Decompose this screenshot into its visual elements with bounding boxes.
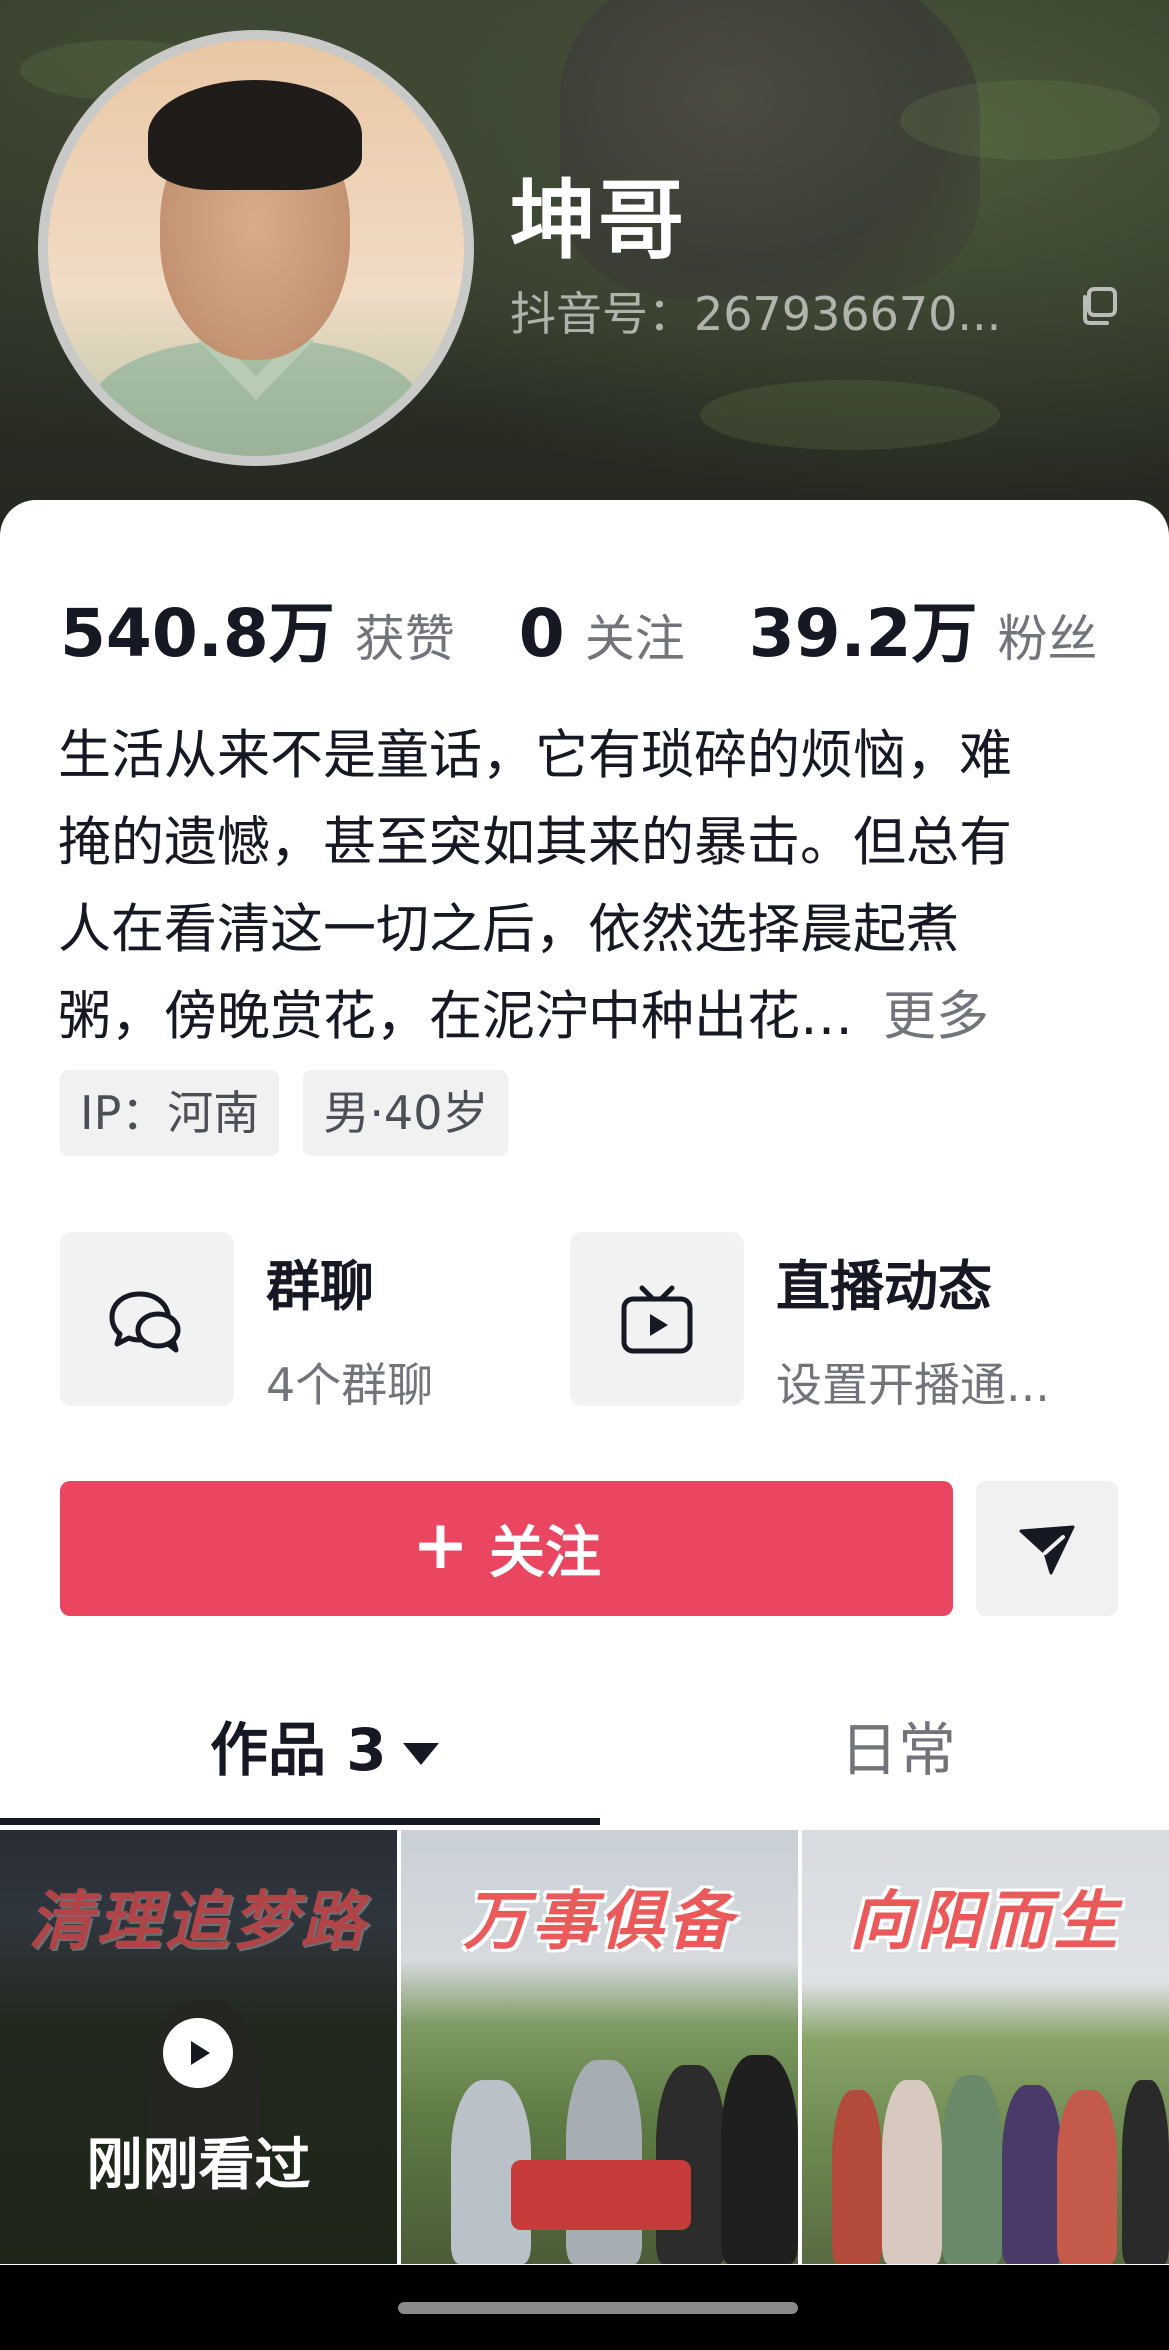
active-tab-indicator <box>0 1818 600 1825</box>
group-chat-title: 群聊 <box>266 1255 374 1318</box>
bio-more-link[interactable]: 更多 <box>883 986 989 1047</box>
bio-line: 掩的遗憾，甚至突如其来的暴击。但总有 <box>58 812 1012 873</box>
header-leaf-decoration <box>700 380 1000 450</box>
likes-count: 540.8万 <box>60 595 335 672</box>
tab-works-label: 作品 3 <box>210 1716 387 1784</box>
bio-line-last: 粥，傍晚赏花，在泥泞中种出花… 更多 <box>58 973 1138 1060</box>
thumbnail-person <box>1122 2080 1169 2264</box>
group-chat-count: 4个群聊 <box>266 1358 434 1412</box>
douyin-id[interactable]: 抖音号：267936670... <box>510 278 1050 344</box>
recently-watched-label: 刚刚看过 <box>86 2133 311 2198</box>
play-icon <box>163 2018 233 2088</box>
following-label[interactable]: 关注 <box>585 599 685 671</box>
home-indicator[interactable] <box>398 2302 798 2314</box>
share-button[interactable] <box>976 1481 1118 1616</box>
caret-down-icon <box>402 1742 439 1765</box>
thumbnail-person <box>721 2055 798 2264</box>
avatar[interactable] <box>38 30 474 466</box>
group-chat-icon <box>109 1291 181 1353</box>
followers-count[interactable]: 39.2万 <box>749 580 978 676</box>
follow-button[interactable]: + 关注 <box>60 1481 953 1616</box>
bio-line: 粥，傍晚赏花，在泥泞中种出花… <box>58 986 853 1047</box>
followers-label[interactable]: 粉丝 <box>998 599 1098 671</box>
group-chat-icon-box <box>60 1232 234 1406</box>
live-activity-title: 直播动态 <box>776 1255 992 1318</box>
video-thumbnail[interactable]: 万事俱备 <box>401 1830 798 2264</box>
gender-age-tag: 男·40岁 <box>303 1070 509 1156</box>
thumbnail-person <box>882 2080 942 2264</box>
tab-daily-label: 日常 <box>840 1716 957 1784</box>
likes-label: 获赞 <box>354 610 455 668</box>
live-activity-sub: 设置开播通... <box>776 1358 1050 1412</box>
group-chat-entry[interactable]: 群聊 4个群聊 <box>60 1232 433 1412</box>
video-caption: 清理追梦路 <box>28 1885 369 1959</box>
following-count[interactable]: 0 <box>519 595 565 672</box>
profile-name: 坤哥 <box>510 171 686 271</box>
follow-button-label: 关注 <box>488 1521 601 1586</box>
avatar-image <box>48 40 464 456</box>
plus-icon: + <box>412 1506 469 1585</box>
thumbnail-person <box>942 2075 1002 2264</box>
tab-works[interactable]: 作品 3 <box>210 1690 439 1810</box>
thumbnail-tiller <box>511 2160 691 2230</box>
live-icon-box <box>570 1232 744 1406</box>
live-activity-entry[interactable]: 直播动态 设置开播通... <box>570 1232 1050 1412</box>
stats-row: 540.8万 获赞 0 关注 39.2万 粉丝 <box>60 580 1098 672</box>
tv-play-icon <box>621 1285 693 1354</box>
ip-location-tag: IP：河南 <box>60 1070 280 1156</box>
video-caption: 向阳而生 <box>849 1885 1122 1959</box>
video-thumbnail[interactable]: 清理追梦路 刚刚看过 <box>0 1830 397 2264</box>
thumbnail-person <box>1057 2090 1117 2264</box>
copy-icon[interactable] <box>1076 284 1120 328</box>
avatar-hair <box>148 80 362 190</box>
bio-text: 生活从来不是童话，它有琐碎的烦恼，难 掩的遗憾，甚至突如其来的暴击。但总有 人在… <box>58 712 1138 1060</box>
content-tabs: 作品 3 日常 <box>0 1690 1169 1830</box>
video-thumbnail[interactable]: 向阳而生 <box>802 1830 1169 2264</box>
header-leaf-decoration <box>900 80 1160 160</box>
tab-daily[interactable]: 日常 <box>840 1690 956 1810</box>
profile-tags: IP：河南 男·40岁 <box>60 1070 509 1156</box>
bio-line: 生活从来不是童话，它有琐碎的烦恼，难 <box>58 725 1012 786</box>
video-caption: 万事俱备 <box>463 1885 736 1959</box>
video-grid: 清理追梦路 刚刚看过 万事俱备 向阳而生 <box>0 1830 1169 2264</box>
thumbnail-person <box>832 2090 882 2264</box>
send-icon <box>1019 1525 1075 1574</box>
bio-line: 人在看清这一切之后，依然选择晨起煮 <box>58 899 959 960</box>
thumbnail-person <box>1002 2085 1062 2264</box>
